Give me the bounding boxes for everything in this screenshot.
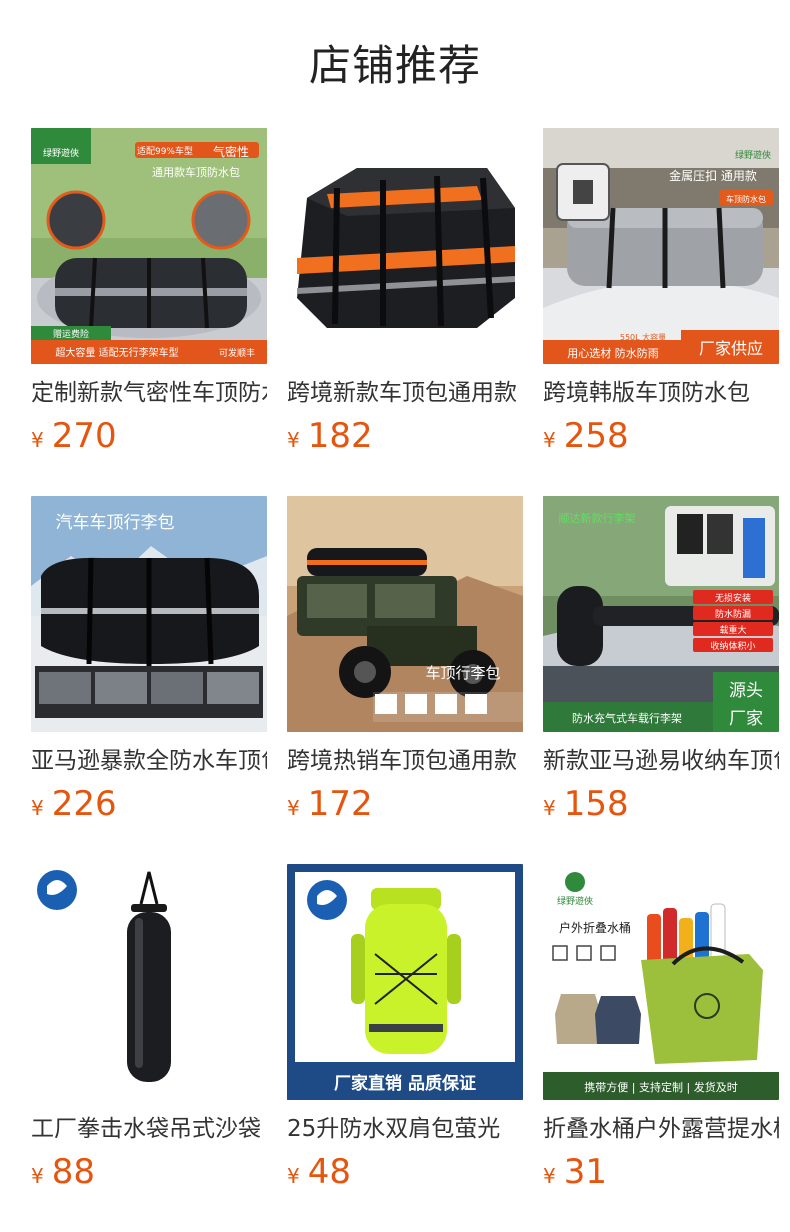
- price-amount: 88: [51, 1152, 95, 1192]
- product-price: ¥ 226: [31, 784, 117, 824]
- svg-text:可发顺丰: 可发顺丰: [219, 347, 255, 359]
- currency-symbol: ¥: [31, 1164, 44, 1188]
- svg-text:防水防漏: 防水防漏: [715, 608, 751, 620]
- product-name[interactable]: 25升防水双肩包萤光: [287, 1112, 523, 1146]
- product-image-dry-bag-backpack[interactable]: 厂家直销 品质保证: [287, 864, 523, 1100]
- svg-text:源头: 源头: [729, 681, 763, 701]
- product-card[interactable]: 车顶行李包 跨境热销车顶包通用款 ¥ 172: [287, 496, 523, 864]
- svg-text:金属压扣 通用款: 金属压扣 通用款: [669, 168, 757, 183]
- svg-text:厂家直销 品质保证: 厂家直销 品质保证: [334, 1073, 476, 1094]
- currency-symbol: ¥: [543, 796, 556, 820]
- currency-symbol: ¥: [31, 428, 44, 452]
- product-name[interactable]: 工厂拳击水袋吊式沙袋: [31, 1112, 267, 1146]
- price-amount: 182: [307, 416, 373, 456]
- product-image-roof-bag-studio[interactable]: [287, 128, 523, 364]
- price-amount: 48: [307, 1152, 351, 1192]
- product-card[interactable]: 绿野遊俠 户外折叠水桶 携带方便 | 支持定制 | 发货及时 折叠水桶户外露营提…: [543, 864, 779, 1232]
- product-price: ¥ 48: [287, 1152, 351, 1192]
- product-card[interactable]: 厂家直销 品质保证 25升防水双肩包萤光 ¥ 48: [287, 864, 523, 1232]
- product-grid: 绿野遊俠 适配99%车型 气密性 通用款车顶防水包 赠运费险 超大容量 适配无行…: [31, 128, 779, 1232]
- svg-text:车顶行李包: 车顶行李包: [425, 664, 500, 682]
- product-name[interactable]: 折叠水桶户外露营提水桶: [543, 1112, 779, 1146]
- price-amount: 172: [307, 784, 373, 824]
- svg-text:收纳体积小: 收纳体积小: [710, 640, 755, 652]
- svg-text:绿野遊俠: 绿野遊俠: [557, 895, 593, 907]
- currency-symbol: ¥: [543, 428, 556, 452]
- product-image-punching-bag[interactable]: [31, 864, 267, 1100]
- product-price: ¥ 158: [543, 784, 629, 824]
- svg-text:通用款车顶防水包: 通用款车顶防水包: [152, 165, 240, 179]
- product-image-roof-bag-snow[interactable]: 汽车车顶行李包: [31, 496, 267, 732]
- price-amount: 31: [563, 1152, 607, 1192]
- product-price: ¥ 270: [31, 416, 117, 456]
- product-card[interactable]: 顺达新款行李架 无损安装 防水防漏 载重大 收纳体积小 防水充气式车载行李架 源…: [543, 496, 779, 864]
- svg-text:厂家: 厂家: [729, 709, 763, 729]
- svg-text:汽车车顶行李包: 汽车车顶行李包: [56, 513, 175, 533]
- product-price: ¥ 258: [543, 416, 629, 456]
- product-image-jeep-roof-bag[interactable]: 车顶行李包: [287, 496, 523, 732]
- svg-text:载重大: 载重大: [719, 624, 746, 636]
- svg-text:携带方便 | 支持定制 | 发货及时: 携带方便 | 支持定制 | 发货及时: [584, 1080, 737, 1094]
- product-card[interactable]: 工厂拳击水袋吊式沙袋 ¥ 88: [31, 864, 267, 1232]
- product-price: ¥ 88: [31, 1152, 95, 1192]
- product-image-roof-bag-outdoor[interactable]: 绿野遊俠 适配99%车型 气密性 通用款车顶防水包 赠运费险 超大容量 适配无行…: [31, 128, 267, 364]
- product-card[interactable]: 跨境新款车顶包通用款 ¥ 182: [287, 128, 523, 496]
- product-image-folding-bucket[interactable]: 绿野遊俠 户外折叠水桶 携带方便 | 支持定制 | 发货及时: [543, 864, 779, 1100]
- svg-text:绿野遊俠: 绿野遊俠: [735, 149, 771, 161]
- price-amount: 226: [51, 784, 117, 824]
- svg-text:550L 大容量: 550L 大容量: [620, 332, 666, 342]
- svg-text:无损安装: 无损安装: [715, 592, 751, 604]
- product-price: ¥ 31: [543, 1152, 607, 1192]
- product-name[interactable]: 新款亚马逊易收纳车顶包: [543, 744, 779, 778]
- product-image-roof-bag-street[interactable]: 绿野遊俠 金属压扣 通用款 车顶防水包 550L 大容量 用心选材 防水防雨 厂…: [543, 128, 779, 364]
- svg-text:户外折叠水桶: 户外折叠水桶: [559, 920, 631, 935]
- product-image-inflatable-rack[interactable]: 顺达新款行李架 无损安装 防水防漏 载重大 收纳体积小 防水充气式车载行李架 源…: [543, 496, 779, 732]
- product-price: ¥ 182: [287, 416, 373, 456]
- product-card[interactable]: 绿野遊俠 适配99%车型 气密性 通用款车顶防水包 赠运费险 超大容量 适配无行…: [31, 128, 267, 496]
- product-name[interactable]: 亚马逊暴款全防水车顶包: [31, 744, 267, 778]
- product-card[interactable]: 汽车车顶行李包 亚马逊暴款全防水车顶包 ¥ 226: [31, 496, 267, 864]
- currency-symbol: ¥: [287, 1164, 300, 1188]
- price-amount: 270: [51, 416, 117, 456]
- svg-text:用心选材 防水防雨: 用心选材 防水防雨: [567, 346, 659, 360]
- svg-text:绿野遊俠: 绿野遊俠: [43, 147, 79, 159]
- svg-text:气密性: 气密性: [213, 144, 249, 159]
- svg-text:超大容量 适配无行李架车型: 超大容量 适配无行李架车型: [55, 346, 178, 359]
- product-name[interactable]: 跨境热销车顶包通用款: [287, 744, 523, 778]
- price-amount: 258: [563, 416, 629, 456]
- svg-text:适配99%车型: 适配99%车型: [137, 145, 193, 157]
- product-price: ¥ 172: [287, 784, 373, 824]
- product-name[interactable]: 跨境新款车顶包通用款: [287, 376, 523, 410]
- product-card[interactable]: 绿野遊俠 金属压扣 通用款 车顶防水包 550L 大容量 用心选材 防水防雨 厂…: [543, 128, 779, 496]
- svg-text:车顶防水包: 车顶防水包: [726, 194, 766, 204]
- svg-text:顺达新款行李架: 顺达新款行李架: [559, 511, 636, 525]
- product-name[interactable]: 定制新款气密性车顶防水包: [31, 376, 267, 410]
- currency-symbol: ¥: [543, 1164, 556, 1188]
- price-amount: 158: [563, 784, 629, 824]
- svg-text:防水充气式车载行李架: 防水充气式车载行李架: [572, 711, 682, 725]
- currency-symbol: ¥: [287, 796, 300, 820]
- currency-symbol: ¥: [287, 428, 300, 452]
- product-name[interactable]: 跨境韩版车顶防水包: [543, 376, 779, 410]
- svg-text:厂家供应: 厂家供应: [699, 339, 763, 358]
- svg-text:赠运费险: 赠运费险: [53, 328, 89, 340]
- currency-symbol: ¥: [31, 796, 44, 820]
- page-title: 店铺推荐: [308, 41, 481, 90]
